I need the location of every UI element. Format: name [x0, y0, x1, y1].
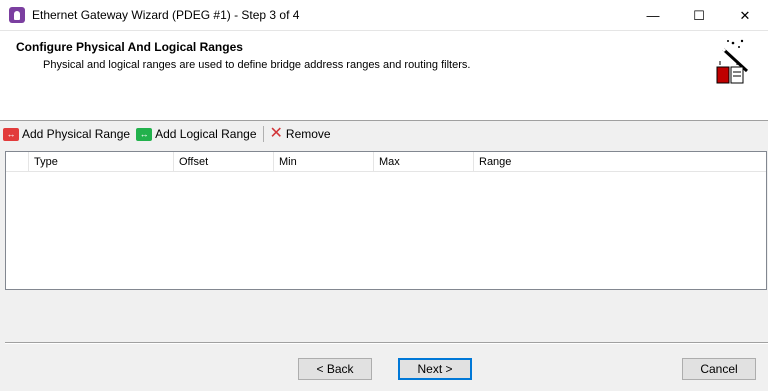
- wizard-header: Configure Physical And Logical Ranges Ph…: [0, 31, 768, 121]
- add-physical-range-label: Add Physical Range: [22, 127, 131, 141]
- next-button[interactable]: Next >: [398, 358, 472, 380]
- toolbar-separator: [262, 126, 264, 142]
- minimize-button[interactable]: —: [630, 0, 676, 31]
- add-physical-range-button[interactable]: ↔ Add Physical Range: [0, 124, 133, 144]
- row-selector-header[interactable]: [6, 152, 29, 172]
- maximize-button[interactable]: ☐: [676, 0, 722, 31]
- wizard-wand-icon: [716, 39, 749, 84]
- footer-divider: [5, 342, 768, 344]
- column-header-type[interactable]: Type: [29, 152, 174, 172]
- red-x-icon: ✕: [269, 125, 283, 142]
- title-bar: Ethernet Gateway Wizard (PDEG #1) - Step…: [0, 0, 768, 31]
- toolbar: ↔ Add Physical Range ↔ Add Logical Range…: [0, 123, 768, 145]
- back-button[interactable]: < Back: [298, 358, 372, 380]
- remove-button[interactable]: ✕ Remove: [267, 124, 334, 144]
- range-arrow-red-icon: ↔: [3, 127, 19, 141]
- column-header-range[interactable]: Range: [474, 152, 766, 172]
- range-arrow-green-icon: ↔: [136, 127, 153, 141]
- column-header-max[interactable]: Max: [374, 152, 474, 172]
- ranges-grid[interactable]: Type Offset Min Max Range: [5, 151, 767, 290]
- window-title: Ethernet Gateway Wizard (PDEG #1) - Step…: [32, 8, 300, 22]
- cancel-button[interactable]: Cancel: [682, 358, 756, 380]
- page-description: Physical and logical ranges are used to …: [43, 59, 471, 71]
- remove-label: Remove: [285, 127, 331, 141]
- page-title: Configure Physical And Logical Ranges: [16, 40, 243, 54]
- add-logical-range-label: Add Logical Range: [155, 127, 257, 141]
- close-button[interactable]: ✕: [722, 0, 768, 31]
- column-header-offset[interactable]: Offset: [174, 152, 274, 172]
- column-header-min[interactable]: Min: [274, 152, 374, 172]
- add-logical-range-button[interactable]: ↔ Add Logical Range: [133, 124, 259, 144]
- app-icon: [9, 7, 25, 23]
- grid-header: Type Offset Min Max Range: [6, 152, 766, 172]
